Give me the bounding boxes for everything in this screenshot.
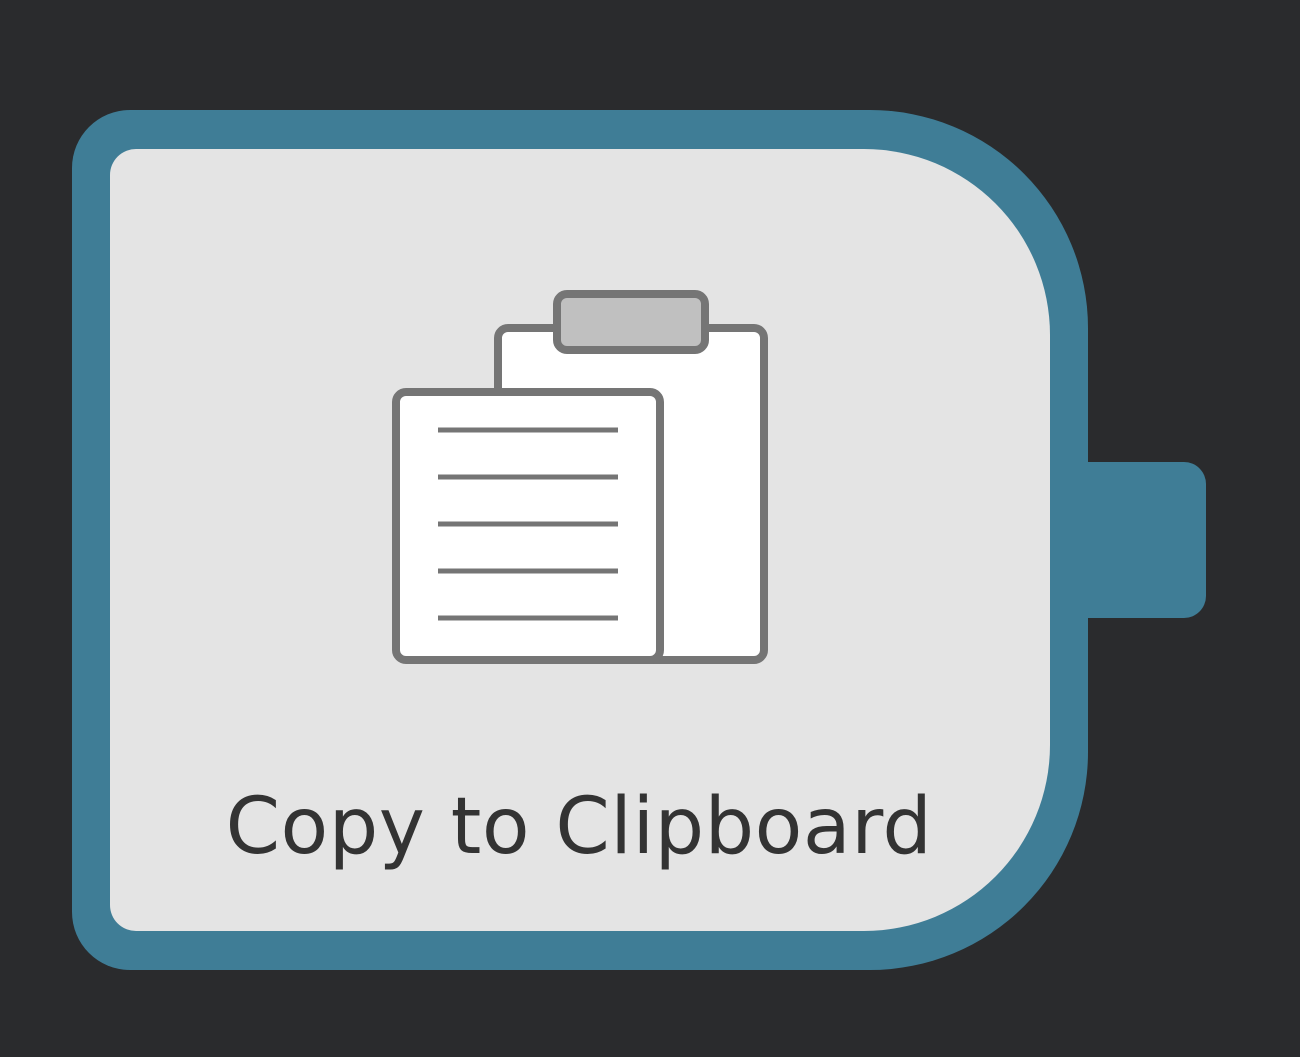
node-label: Copy to Clipboard — [225, 782, 933, 872]
clipboard-icon — [392, 290, 768, 664]
workflow-canvas[interactable]: Copy to Clipboard — [0, 0, 1300, 1057]
